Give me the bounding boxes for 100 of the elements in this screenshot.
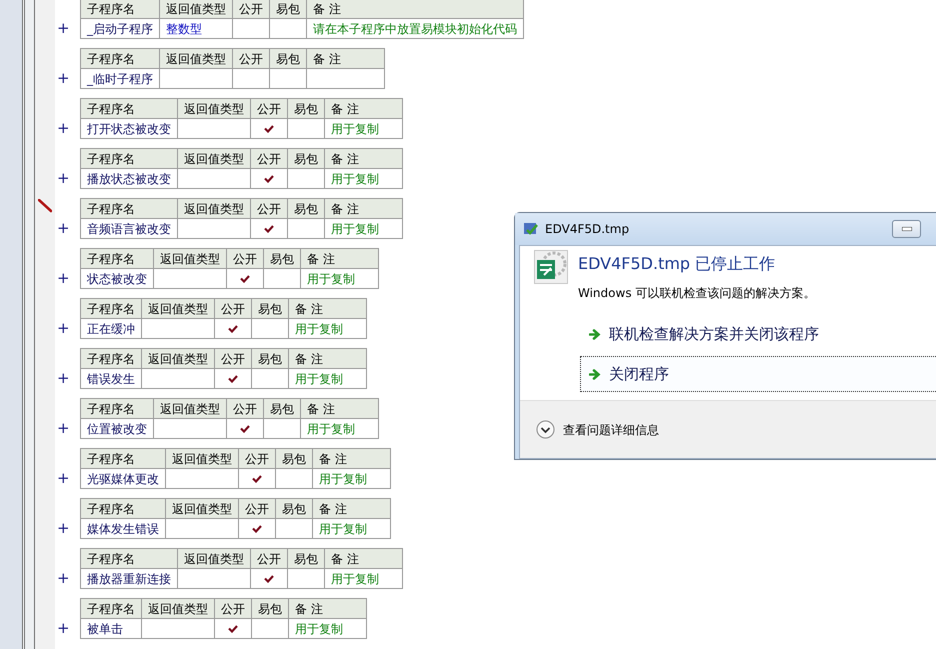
column-header: 备 注 bbox=[307, 402, 335, 416]
column-header: 易包 bbox=[270, 252, 294, 266]
subroutine-name: 打开状态被改变 bbox=[87, 122, 171, 136]
column-header: 返回值类型 bbox=[160, 402, 220, 416]
column-header: 返回值类型 bbox=[184, 552, 244, 566]
remark-text: 请在本子程序中放置易模块初始化代码 bbox=[313, 22, 517, 36]
column-header: 备 注 bbox=[319, 502, 347, 516]
expand-toggle[interactable]: + bbox=[57, 18, 70, 38]
column-header: 子程序名 bbox=[87, 152, 135, 166]
column-header: 子程序名 bbox=[87, 302, 135, 316]
minimize-icon bbox=[902, 227, 912, 231]
expand-toggle[interactable]: + bbox=[57, 468, 70, 488]
column-header: 备 注 bbox=[295, 302, 323, 316]
column-header: 返回值类型 bbox=[160, 252, 220, 266]
subroutine-name: 播放状态被改变 bbox=[87, 172, 171, 186]
column-header: 子程序名 bbox=[87, 2, 135, 16]
window-title: EDV4F5D.tmp bbox=[545, 221, 630, 238]
column-header: 易包 bbox=[294, 102, 318, 116]
expand-toggle[interactable]: + bbox=[57, 318, 70, 338]
column-header: 易包 bbox=[270, 402, 294, 416]
column-header: 备 注 bbox=[295, 602, 323, 616]
remark-text: 用于复制 bbox=[307, 272, 355, 286]
expand-toggle[interactable]: + bbox=[57, 68, 70, 88]
column-header: 备 注 bbox=[331, 102, 359, 116]
expand-toggle[interactable]: + bbox=[57, 568, 70, 588]
column-header: 公开 bbox=[257, 552, 281, 566]
column-header: 子程序名 bbox=[87, 552, 135, 566]
remark-text: 用于复制 bbox=[319, 522, 367, 536]
column-header: 易包 bbox=[276, 2, 300, 16]
remark-text: 用于复制 bbox=[319, 472, 367, 486]
column-header: 公开 bbox=[257, 152, 281, 166]
subroutine-name: 音频语言被改变 bbox=[87, 222, 171, 236]
column-header: 公开 bbox=[257, 102, 281, 116]
column-header: 子程序名 bbox=[87, 402, 135, 416]
column-header: 公开 bbox=[245, 452, 269, 466]
expand-toggle[interactable]: + bbox=[57, 618, 70, 638]
column-header: 子程序名 bbox=[87, 52, 135, 66]
column-header: 公开 bbox=[239, 52, 263, 66]
column-header: 返回值类型 bbox=[148, 352, 208, 366]
details-link[interactable]: 查看问题详细信息 bbox=[563, 420, 659, 438]
subroutine-name: 播放器重新连接 bbox=[87, 572, 171, 586]
column-header: 公开 bbox=[257, 202, 281, 216]
column-header: 易包 bbox=[294, 552, 318, 566]
column-header: 备 注 bbox=[319, 452, 347, 466]
column-header: 易包 bbox=[276, 52, 300, 66]
column-header: 公开 bbox=[239, 2, 263, 16]
column-header: 返回值类型 bbox=[184, 152, 244, 166]
column-header: 返回值类型 bbox=[148, 602, 208, 616]
column-header: 易包 bbox=[258, 352, 282, 366]
expand-toggle[interactable]: + bbox=[57, 218, 70, 238]
column-header: 易包 bbox=[282, 452, 306, 466]
arrow-icon bbox=[589, 328, 601, 340]
subroutine-name: 媒体发生错误 bbox=[87, 522, 159, 536]
subroutine-name: 状态被改变 bbox=[87, 272, 147, 286]
app-icon bbox=[523, 221, 539, 237]
error-heading: EDV4F5D.tmp 已停止工作 bbox=[578, 253, 776, 275]
arrow-icon bbox=[589, 368, 601, 380]
subroutine-name: 位置被改变 bbox=[87, 422, 147, 436]
subroutine-name: 正在缓冲 bbox=[87, 322, 135, 336]
remark-text: 用于复制 bbox=[295, 372, 343, 386]
return-type: 整数型 bbox=[166, 22, 202, 36]
remark-text: 用于复制 bbox=[331, 172, 379, 186]
column-header: 子程序名 bbox=[87, 102, 135, 116]
remark-text: 用于复制 bbox=[331, 572, 379, 586]
expand-toggle[interactable]: + bbox=[57, 518, 70, 538]
column-header: 备 注 bbox=[331, 552, 359, 566]
subroutine-name: 被单击 bbox=[87, 622, 123, 636]
column-header: 返回值类型 bbox=[166, 2, 226, 16]
expand-toggle[interactable]: + bbox=[57, 118, 70, 138]
column-header: 备 注 bbox=[307, 252, 335, 266]
column-header: 返回值类型 bbox=[172, 502, 232, 516]
command-link[interactable]: 联机检查解决方案并关闭该程序 bbox=[580, 316, 936, 352]
column-header: 易包 bbox=[258, 302, 282, 316]
column-header: 返回值类型 bbox=[184, 202, 244, 216]
expand-toggle[interactable]: + bbox=[57, 368, 70, 388]
column-header: 公开 bbox=[245, 502, 269, 516]
command-link[interactable]: 关闭程序 bbox=[580, 356, 936, 392]
expand-toggle[interactable]: + bbox=[57, 418, 70, 438]
column-header: 返回值类型 bbox=[148, 302, 208, 316]
column-header: 子程序名 bbox=[87, 202, 135, 216]
column-header: 易包 bbox=[282, 502, 306, 516]
column-header: 子程序名 bbox=[87, 502, 135, 516]
column-header: 返回值类型 bbox=[184, 102, 244, 116]
remark-text: 用于复制 bbox=[295, 322, 343, 336]
column-header: 返回值类型 bbox=[166, 52, 226, 66]
subroutine-name: _启动子程序 bbox=[87, 22, 153, 36]
column-header: 子程序名 bbox=[87, 452, 135, 466]
expand-toggle[interactable]: + bbox=[57, 168, 70, 188]
column-header: 子程序名 bbox=[87, 252, 135, 266]
column-header: 公开 bbox=[221, 602, 245, 616]
expand-chevron-icon[interactable] bbox=[536, 420, 555, 439]
app-logo-icon bbox=[534, 250, 568, 284]
remark-text: 用于复制 bbox=[331, 122, 379, 136]
column-header: 备 注 bbox=[331, 202, 359, 216]
column-header: 易包 bbox=[294, 202, 318, 216]
column-header: 备 注 bbox=[295, 352, 323, 366]
remark-text: 用于复制 bbox=[331, 222, 379, 236]
minimize-button[interactable] bbox=[892, 220, 921, 238]
column-header: 返回值类型 bbox=[172, 452, 232, 466]
expand-toggle[interactable]: + bbox=[57, 268, 70, 288]
